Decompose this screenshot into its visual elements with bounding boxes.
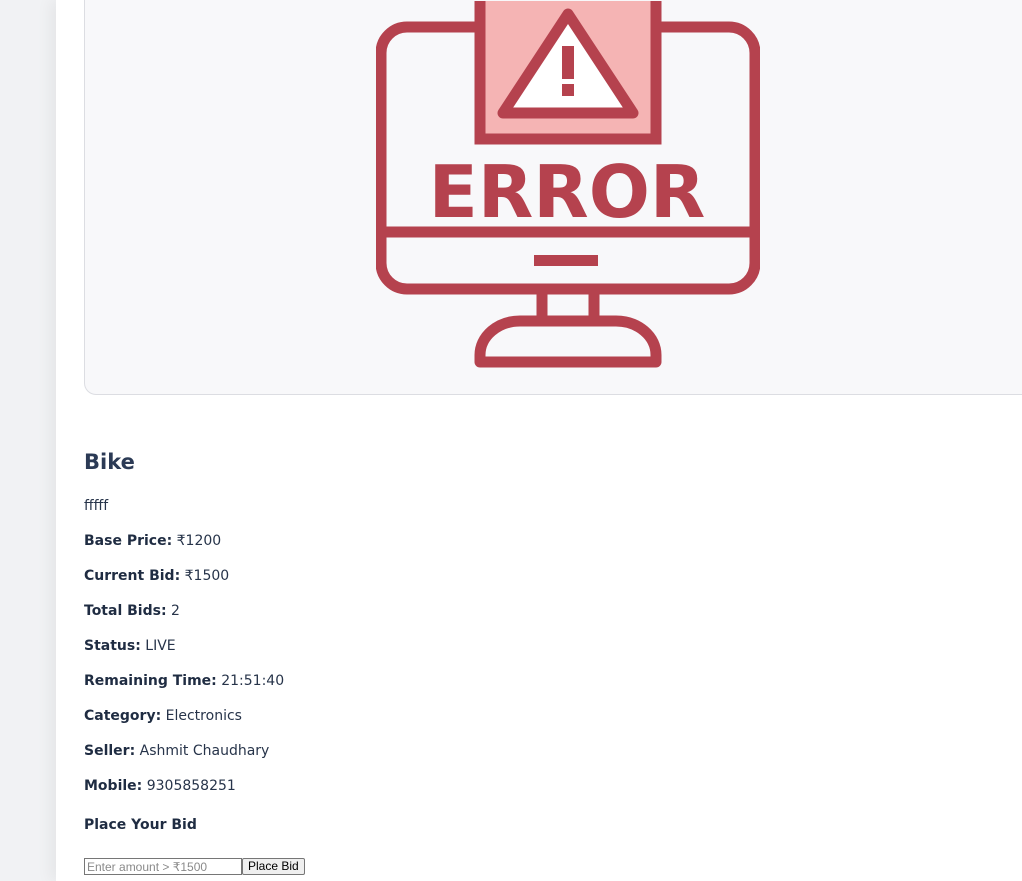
product-title: Bike (84, 450, 135, 474)
field-value: 9305858251 (146, 778, 236, 794)
place-bid-button[interactable]: Place Bid (242, 858, 305, 875)
current-bid-field: Current Bid: ₹1500 (84, 566, 229, 586)
product-page: ERROR Bike fffff Base Price: ₹1200 Curre… (56, 0, 1022, 881)
field-label: Remaining Time: (84, 673, 217, 689)
place-bid-heading: Place Your Bid (84, 817, 197, 833)
field-value: Ashmit Chaudhary (139, 743, 270, 759)
field-value: 2 (171, 603, 180, 619)
field-value: Electronics (165, 708, 242, 724)
bid-form: Place Bid (84, 858, 305, 875)
bid-amount-input[interactable] (84, 858, 242, 875)
total-bids-field: Total Bids: 2 (84, 601, 180, 621)
seller-field: Seller: Ashmit Chaudhary (84, 741, 269, 761)
field-label: Current Bid: (84, 568, 181, 584)
mobile-field: Mobile: 9305858251 (84, 776, 236, 796)
field-value: 21:51:40 (221, 673, 285, 689)
field-label: Seller: (84, 743, 136, 759)
product-image-card: ERROR (84, 0, 1022, 395)
error-label: ERROR (429, 150, 706, 234)
field-label: Status: (84, 638, 141, 654)
field-value: ₹1500 (184, 568, 230, 584)
status-field: Status: LIVE (84, 636, 176, 656)
field-label: Total Bids: (84, 603, 167, 619)
category-field: Category: Electronics (84, 706, 242, 726)
field-label: Category: (84, 708, 162, 724)
product-details: Bike fffff Base Price: ₹1200 Current Bid… (84, 446, 684, 875)
field-label: Mobile: (84, 778, 143, 794)
remaining-time-field: Remaining Time: 21:51:40 (84, 671, 284, 691)
error-monitor-icon: ERROR (376, 1, 760, 368)
field-value: LIVE (145, 638, 176, 654)
product-description: fffff (84, 498, 109, 514)
field-value: ₹1200 (176, 533, 222, 549)
base-price-field: Base Price: ₹1200 (84, 531, 221, 551)
field-label: Base Price: (84, 533, 173, 549)
